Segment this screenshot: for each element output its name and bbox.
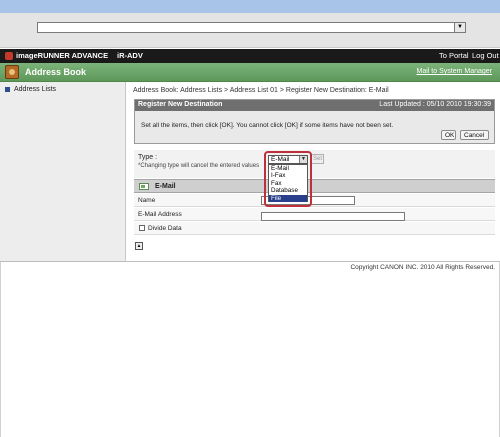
type-note: *Changing type will cancel the entered v… — [138, 163, 260, 169]
mail-to-system-manager-link[interactable]: Mail to System Manager — [417, 68, 492, 75]
divide-data-checkbox[interactable] — [139, 225, 145, 231]
divide-data-row: Divide Data — [134, 222, 495, 235]
app-header: imageRUNNER ADVANCE iR-ADV To Portal Log… — [0, 49, 500, 63]
email-address-field[interactable] — [261, 212, 405, 221]
address-book-icon — [5, 65, 19, 79]
browser-top-strip — [0, 0, 500, 13]
divide-data-label: Divide Data — [148, 225, 182, 232]
frame-border-left — [0, 262, 1, 437]
ok-button[interactable]: OK — [441, 130, 456, 140]
section-title: E-Mail — [155, 183, 176, 190]
page-title: Address Book — [25, 67, 87, 77]
breadcrumb: Address Book: Address Lists > Address Li… — [133, 87, 389, 94]
logo-icon — [5, 52, 13, 60]
email-icon — [139, 183, 149, 190]
sidebar: Address Lists — [0, 82, 126, 262]
dropdown-highlight — [264, 151, 312, 207]
panel-title: Register New Destination — [138, 101, 223, 108]
address-dropdown[interactable]: ▼ — [37, 22, 466, 33]
scroll-to-top-icon[interactable]: ▲ — [135, 242, 143, 250]
instruction-message: Set all the items, then click [OK]. You … — [141, 122, 394, 129]
email-label: E-Mail Address — [138, 211, 182, 218]
title-bar: Address Book Mail to System Manager — [0, 63, 500, 82]
copyright: Copyright CANON INC. 2010 All Rights Res… — [350, 264, 495, 271]
brand-name: imageRUNNER ADVANCE — [16, 51, 109, 60]
last-updated: Last Updated : 05/10 2010 19:30:39 — [379, 101, 491, 108]
to-portal-link[interactable]: To Portal — [439, 51, 469, 60]
email-section-header: E-Mail — [134, 179, 495, 193]
device-model: iR-ADV — [117, 51, 143, 60]
set-button[interactable]: Set — [311, 154, 324, 164]
type-label: Type : — [138, 154, 158, 161]
sidebar-item-label: Address Lists — [14, 86, 57, 93]
name-label: Name — [138, 197, 156, 204]
main-content: Address Book: Address Lists > Address Li… — [127, 82, 500, 262]
panel-header: Register New Destination Last Updated : … — [135, 100, 494, 111]
cancel-button[interactable]: Cancel — [460, 130, 489, 140]
sidebar-item-address-lists[interactable]: Address Lists — [5, 86, 56, 93]
log-out-link[interactable]: Log Out — [472, 51, 499, 60]
chevron-down-icon[interactable]: ▼ — [454, 23, 465, 32]
bullet-icon — [5, 86, 10, 92]
footer-divider — [0, 261, 500, 262]
type-section: Type : *Changing type will cancel the en… — [134, 150, 495, 178]
